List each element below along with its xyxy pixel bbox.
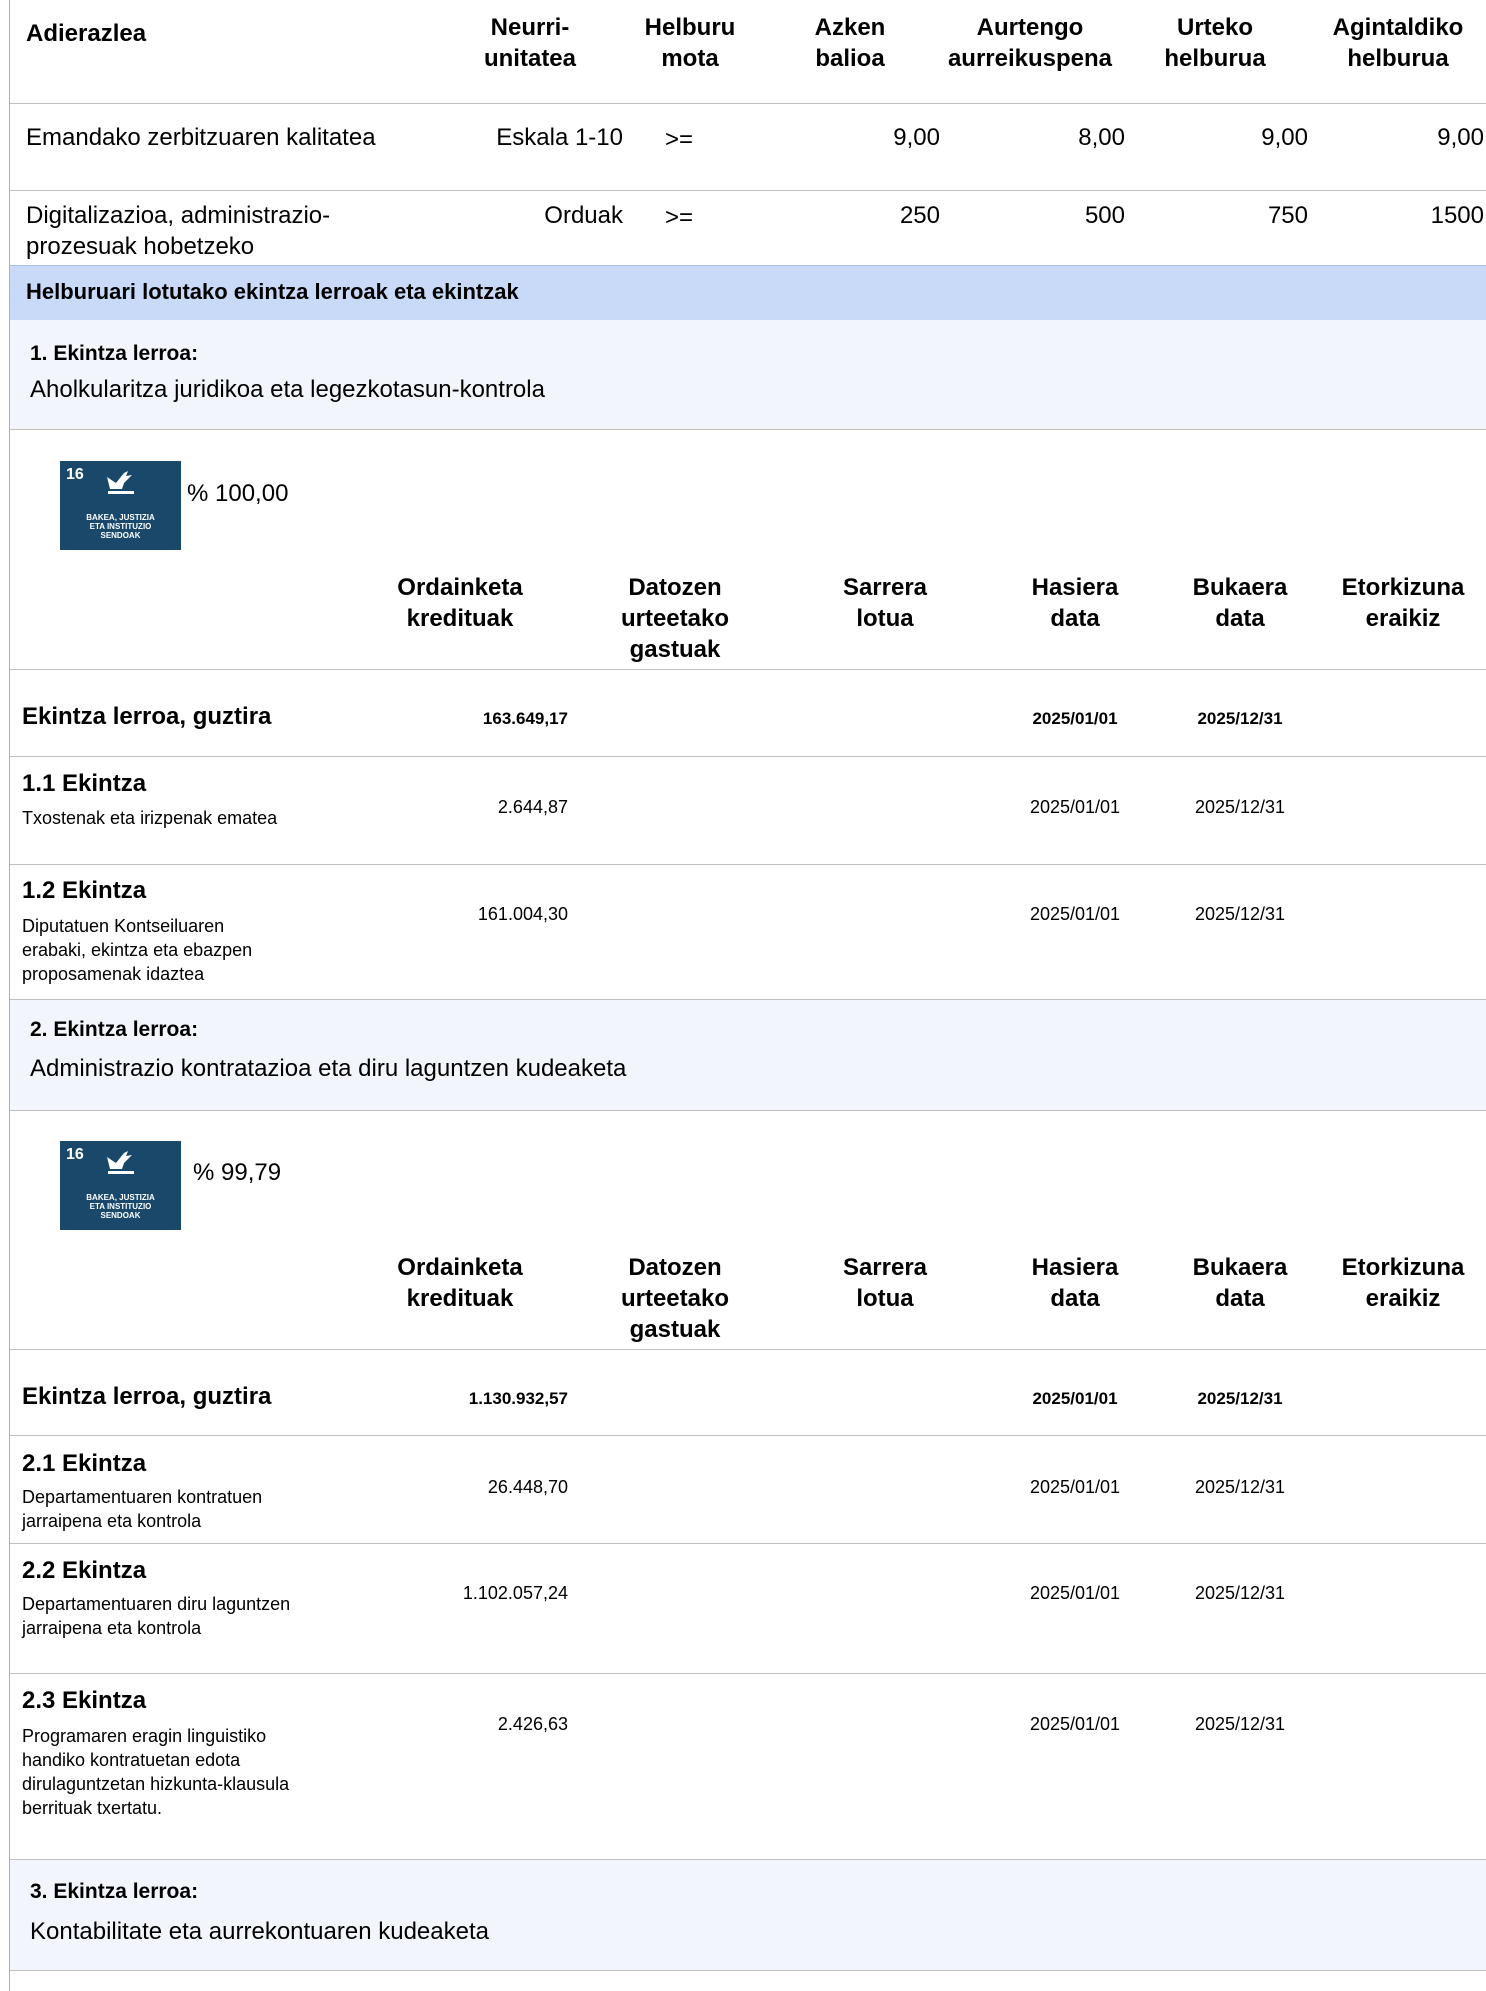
total-start-date: 2025/01/01 (1032, 1389, 1118, 1408)
indicator-unit: Orduak (544, 202, 623, 229)
header-indicator: Adierazlea (26, 20, 147, 47)
total-label: Ekintza lerroa, guztira (22, 1383, 272, 1410)
divider (10, 1349, 1486, 1350)
action-line-description: Aholkularitza juridikoa eta legezkotasun… (30, 376, 545, 403)
total-start-date: 2025/01/01 (1032, 709, 1118, 728)
action-credits: 1.102.057,24 (462, 1583, 568, 1603)
action-line-title: 1. Ekintza lerroa: (30, 342, 199, 365)
page: Adierazlea Neurri- unitatea Helburu mota… (9, 0, 1486, 1991)
sdg-percentage: % 100,00 (187, 480, 289, 507)
header-current-forecast: Aurtengo aurreikuspena (947, 14, 1113, 72)
indicator-annual-goal: 750 (1267, 202, 1308, 229)
header-start-date: Hasiera data (1031, 574, 1119, 632)
header-unit: Neurri- unitatea (483, 14, 576, 72)
action-line-header: 3. Ekintza lerroa: Kontabilitate eta aur… (10, 1859, 1486, 1971)
indicator-term-goal: 9,00 (1437, 124, 1484, 151)
indicator-current-forecast: 500 (1084, 202, 1125, 229)
action-credits: 26.448,70 (487, 1477, 568, 1497)
action-title: 1.1 Ekintza (22, 770, 147, 797)
action-description: Programaren eragin linguistiko handiko k… (22, 1726, 290, 1818)
divider (10, 756, 1486, 757)
section-header: Helburuari lotutako ekintza lerroak eta … (10, 265, 1486, 321)
indicator-goal-type: >= (665, 126, 694, 153)
action-credits: 161.004,30 (477, 904, 568, 924)
header-term-goal: Agintaldiko helburua (1332, 14, 1464, 72)
header-future-expenses: Datozen urteetako gastuak (620, 574, 730, 663)
action-title: 1.2 Ekintza (22, 877, 147, 904)
indicator-name: Digitalizazioa, administrazio- prozesuak… (26, 202, 331, 260)
action-start-date: 2025/01/01 (1029, 904, 1121, 924)
header-payment-credits: Ordainketa kredituak (397, 1254, 523, 1312)
action-description: Departamentuaren kontratuen jarraipena e… (22, 1487, 263, 1531)
indicator-current-forecast: 8,00 (1078, 124, 1125, 151)
header-future-expenses: Datozen urteetako gastuak (620, 1254, 730, 1343)
header-end-date: Bukaera data (1192, 1254, 1288, 1312)
total-label: Ekintza lerroa, guztira (22, 703, 272, 730)
action-credits: 2.426,63 (497, 1714, 568, 1734)
sdg-badge: 16 BAKEA, JUSTIZIA ETA INSTITUZIO SENDOA… (60, 1141, 181, 1230)
header-linked-income: Sarrera lotua (842, 574, 928, 632)
sdg-number: 16 (66, 1146, 84, 1163)
action-line-title: 3. Ekintza lerroa: (30, 1880, 199, 1903)
header-future-building: Etorkizuna eraikiz (1341, 1254, 1465, 1312)
sdg-caption: BAKEA, JUSTIZIA ETA INSTITUZIO SENDOAK (86, 513, 155, 540)
header-payment-credits: Ordainketa kredituak (397, 574, 523, 632)
action-start-date: 2025/01/01 (1029, 1714, 1121, 1734)
header-start-date: Hasiera data (1031, 1254, 1119, 1312)
divider (10, 190, 1486, 191)
header-last-value: Azken balioa (814, 14, 886, 72)
total-end-date: 2025/12/31 (1197, 709, 1283, 728)
sdg-percentage: % 99,79 (193, 1159, 282, 1186)
dove-gavel-icon (107, 471, 134, 494)
section-title: Helburuari lotutako ekintza lerroak eta … (26, 279, 519, 304)
indicator-name: Emandako zerbitzuaren kalitatea (26, 124, 376, 151)
header-end-date: Bukaera data (1192, 574, 1288, 632)
action-start-date: 2025/01/01 (1029, 797, 1121, 817)
action-line-description: Kontabilitate eta aurrekontuaren kudeake… (30, 1918, 489, 1945)
divider (10, 864, 1486, 865)
divider (10, 669, 1486, 670)
dove-gavel-icon (107, 1151, 134, 1174)
sdg-caption: BAKEA, JUSTIZIA ETA INSTITUZIO SENDOAK (86, 1193, 155, 1220)
action-line-description: Administrazio kontratazioa eta diru lagu… (30, 1055, 627, 1082)
action-start-date: 2025/01/01 (1029, 1477, 1121, 1497)
action-credits: 2.644,87 (497, 797, 568, 817)
indicator-last-value: 9,00 (893, 124, 940, 151)
action-description: Diputatuen Kontseiluaren erabaki, ekintz… (22, 916, 253, 984)
indicator-unit: Eskala 1-10 (496, 124, 623, 151)
header-linked-income: Sarrera lotua (842, 1254, 928, 1312)
total-end-date: 2025/12/31 (1197, 1389, 1283, 1408)
sdg-badge: 16 BAKEA, JUSTIZIA ETA INSTITUZIO SENDOA… (60, 461, 181, 550)
action-title: 2.3 Ekintza (22, 1687, 147, 1714)
sdg-number: 16 (66, 466, 84, 483)
header-annual-goal: Urteko helburua (1164, 14, 1266, 72)
action-description: Txostenak eta irizpenak ematea (22, 808, 278, 828)
divider (10, 103, 1486, 104)
action-end-date: 2025/12/31 (1194, 1477, 1286, 1497)
indicator-goal-type: >= (665, 204, 694, 231)
action-line-header: 2. Ekintza lerroa: Administrazio kontrat… (10, 999, 1486, 1111)
indicator-term-goal: 1500 (1430, 202, 1484, 229)
indicator-last-value: 250 (899, 202, 940, 229)
header-future-building: Etorkizuna eraikiz (1341, 574, 1465, 632)
action-line-title: 2. Ekintza lerroa: (30, 1018, 199, 1041)
total-credits: 163.649,17 (482, 709, 568, 728)
action-line-header: 1. Ekintza lerroa: Aholkularitza juridik… (10, 320, 1486, 430)
action-description: Departamentuaren diru laguntzen jarraipe… (22, 1594, 291, 1638)
header-goal-type: Helburu mota (644, 14, 736, 72)
divider (10, 1435, 1486, 1436)
action-end-date: 2025/12/31 (1194, 1583, 1286, 1603)
indicator-annual-goal: 9,00 (1261, 124, 1308, 151)
action-title: 2.2 Ekintza (22, 1557, 147, 1584)
action-title: 2.1 Ekintza (22, 1450, 147, 1477)
action-start-date: 2025/01/01 (1029, 1583, 1121, 1603)
divider (10, 1543, 1486, 1544)
divider (10, 1673, 1486, 1674)
action-end-date: 2025/12/31 (1194, 797, 1286, 817)
total-credits: 1.130.932,57 (468, 1389, 568, 1408)
action-end-date: 2025/12/31 (1194, 904, 1286, 924)
action-end-date: 2025/12/31 (1194, 1714, 1286, 1734)
